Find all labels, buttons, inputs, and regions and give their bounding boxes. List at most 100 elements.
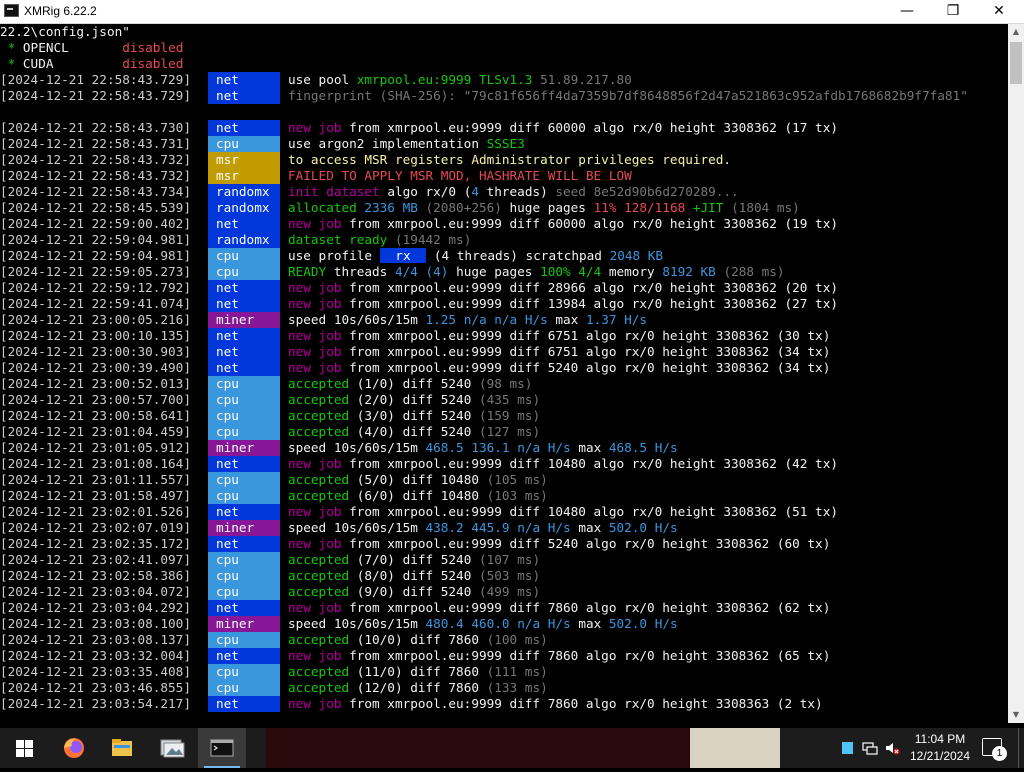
log-message: new job from xmrpool.eu:9999 diff 7860 a… <box>288 696 823 712</box>
log-text-segment: (288 ms) <box>723 264 785 279</box>
log-message: speed 10s/60s/15m 1.25 n/a n/a H/s max 1… <box>288 312 647 328</box>
log-text-segment: 2048 KB <box>609 248 664 263</box>
log-text-segment: new job <box>288 120 350 135</box>
volume-muted-icon[interactable] <box>884 740 900 756</box>
log-message: accepted (2/0) diff 5240 (435 ms) <box>288 392 540 408</box>
log-tag-net: net <box>208 120 280 136</box>
log-tag-cpu: cpu <box>208 408 280 424</box>
file-explorer-icon <box>112 739 132 756</box>
log-line: [2024-12-21 23:03:08.100] miner speed 10s/… <box>0 616 1008 632</box>
log-message: new job from xmrpool.eu:9999 diff 7860 a… <box>288 600 830 616</box>
console-output[interactable]: 22.2\config.json" * OPENCL disabled * CU… <box>0 24 1008 723</box>
log-tag-cpu: cpu <box>208 632 280 648</box>
log-line: [2024-12-21 23:00:52.013] cpu accepted (1/… <box>0 376 1008 392</box>
log-tag-miner: miner <box>208 312 280 328</box>
log-tag-net: net <box>208 328 280 344</box>
log-timestamp: [2024-12-21 23:00:10.135] <box>0 328 191 343</box>
log-tag-net: net <box>208 296 280 312</box>
log-text-segment: dataset ready <box>288 232 395 247</box>
log-line: [2024-12-21 23:01:58.497] cpu accepted (6/… <box>0 488 1008 504</box>
log-text-segment: SSSE3 <box>486 136 525 151</box>
log-tag-msr: msr <box>208 152 280 168</box>
log-text-segment: (19442 ms) <box>394 232 472 247</box>
log-text-segment: (5/0) diff 10480 <box>356 472 487 487</box>
log-text-segment: 502.0 H/s <box>608 520 678 535</box>
windows-logo-icon <box>16 740 24 748</box>
log-line: [2024-12-21 23:03:08.137] cpu accepted (10… <box>0 632 1008 648</box>
scrollbar-thumb[interactable] <box>1010 42 1022 84</box>
log-line: [2024-12-21 23:00:10.135] net new job from… <box>0 328 1008 344</box>
log-text-segment: 460.0 <box>471 616 518 631</box>
network-icon[interactable] <box>862 740 878 756</box>
log-text-segment: seed 8e52d90b6d270289... <box>555 184 739 199</box>
log-text-segment: 445.9 <box>471 520 518 535</box>
log-timestamp: [2024-12-21 23:03:35.408] <box>0 664 191 679</box>
system-clock[interactable]: 11:04 PM 12/21/2024 <box>904 731 976 765</box>
log-timestamp: [2024-12-21 23:00:30.903] <box>0 344 191 359</box>
log-text-segment: new job <box>288 280 350 295</box>
log-text-segment: (111 ms) <box>486 664 548 679</box>
scroll-down-arrow-icon[interactable]: ▼ <box>1008 707 1024 723</box>
log-timestamp: [2024-12-21 23:00:39.490] <box>0 360 191 375</box>
taskbar-photos[interactable] <box>148 728 196 768</box>
log-timestamp: [2024-12-21 22:58:43.734] <box>0 184 191 199</box>
taskbar-file-explorer[interactable] <box>98 728 146 768</box>
log-tag-net: net <box>208 344 280 360</box>
start-button[interactable] <box>0 728 48 768</box>
taskbar-command-prompt[interactable] <box>198 728 246 768</box>
log-timestamp: [2024-12-21 23:02:58.386] <box>0 568 191 583</box>
log-text-segment: CUDA <box>22 56 123 71</box>
tablet-mode-icon[interactable] <box>840 740 856 756</box>
log-text-segment: new job <box>288 328 350 343</box>
log-message: use argon2 implementation SSSE3 <box>288 136 525 152</box>
log-text-segment: from xmrpool.eu:9999 diff 5240 algo rx/0… <box>349 536 831 551</box>
log-tag-miner: miner <box>208 440 280 456</box>
vertical-scrollbar[interactable]: ▲ ▼ <box>1008 24 1024 723</box>
log-text-segment: OPENCL <box>22 40 123 55</box>
log-message: READY threads 4/4 (4) huge pages 100% 4/… <box>288 264 785 280</box>
log-text-segment: xmrpool.eu:9999 <box>356 72 479 87</box>
log-text-segment: from xmrpool.eu:9999 diff 28966 algo rx/… <box>349 280 838 295</box>
log-timestamp: [2024-12-21 23:01:08.164] <box>0 456 191 471</box>
log-text-segment: huge pages <box>509 200 594 215</box>
log-message: accepted (11/0) diff 7860 (111 ms) <box>288 664 548 680</box>
log-text-segment: speed 10s/60s/15m <box>288 312 426 327</box>
log-text-segment: 468.5 H/s <box>608 440 678 455</box>
show-desktop-button[interactable] <box>1018 728 1024 768</box>
log-text-segment: * <box>0 40 23 55</box>
log-text-segment: 480.4 <box>425 616 472 631</box>
log-line: [2024-12-21 22:59:12.792] net new job from… <box>0 280 1008 296</box>
log-text-segment: 8192 KB <box>662 264 724 279</box>
log-line: [2024-12-21 23:00:30.903] net new job from… <box>0 344 1008 360</box>
log-text-segment: (8/0) diff 5240 <box>356 568 479 583</box>
log-line: [2024-12-21 22:59:41.074] net new job from… <box>0 296 1008 312</box>
maximize-button[interactable]: ❐ <box>930 0 976 23</box>
log-line: [2024-12-21 23:03:04.292] net new job from… <box>0 600 1008 616</box>
log-text-segment: rx <box>379 248 427 263</box>
log-text-segment: 100% 4/4 <box>540 264 609 279</box>
log-text-segment: from xmrpool.eu:9999 diff 10480 algo rx/… <box>349 456 838 471</box>
log-text-segment: (100 ms) <box>486 632 548 647</box>
log-line: [2024-12-21 22:58:43.732] msr to access MS… <box>0 152 1008 168</box>
log-line: [2024-12-21 22:58:43.731] cpu use argon2 i… <box>0 136 1008 152</box>
log-text-segment: max <box>578 440 609 455</box>
log-text-segment: new job <box>288 648 350 663</box>
log-message: accepted (10/0) diff 7860 (100 ms) <box>288 632 548 648</box>
log-tag-miner: miner <box>208 520 280 536</box>
log-text-segment: (11/0) diff 7860 <box>356 664 487 679</box>
log-message: accepted (7/0) diff 5240 (107 ms) <box>288 552 540 568</box>
log-tag-cpu: cpu <box>208 472 280 488</box>
minimize-button[interactable]: — <box>884 0 930 23</box>
firefox-icon <box>64 738 84 758</box>
log-text-segment: from xmrpool.eu:9999 diff 60000 algo rx/… <box>349 216 838 231</box>
scroll-up-arrow-icon[interactable]: ▲ <box>1008 24 1024 40</box>
taskbar-firefox[interactable] <box>50 728 98 768</box>
log-tag-cpu: cpu <box>208 424 280 440</box>
log-text-segment: threads) <box>478 184 556 199</box>
log-text-segment: new job <box>288 504 350 519</box>
window-title-bar[interactable]: XMRig 6.22.2 — ❐ ✕ <box>0 0 1024 24</box>
log-text-segment: * <box>0 56 23 71</box>
close-button[interactable]: ✕ <box>976 0 1022 23</box>
log-line: [2024-12-21 22:58:43.729] net use pool xmr… <box>0 72 1008 88</box>
log-timestamp: [2024-12-21 23:02:35.172] <box>0 536 191 551</box>
